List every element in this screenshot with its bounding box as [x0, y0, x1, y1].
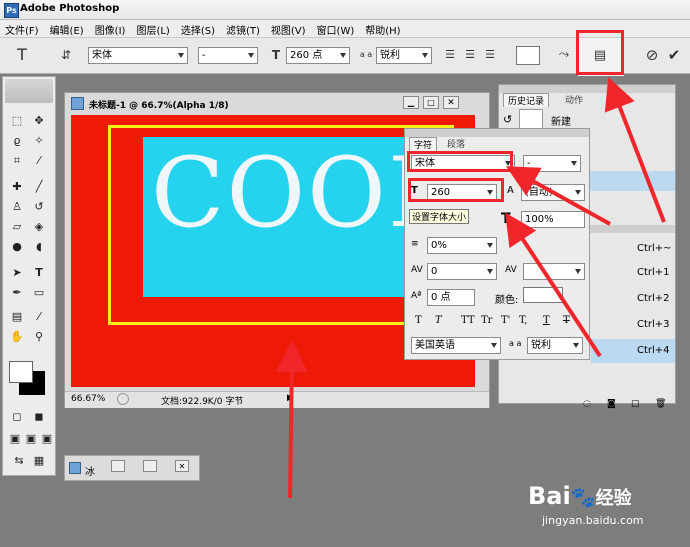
minimized-panel: 冰 ✕ — [64, 455, 200, 481]
arrow-to-font-size — [505, 212, 602, 358]
arrow-to-canvas — [275, 340, 308, 499]
mini-minimize-button[interactable] — [111, 460, 125, 472]
watermark-bai: Bai — [528, 482, 571, 510]
watermark-url: jingyan.baidu.com — [542, 514, 644, 527]
arrow-to-palettes-button — [604, 77, 666, 223]
arrow-to-font-family — [506, 166, 611, 226]
paw-icon: 🐾 — [570, 485, 596, 509]
mini-restore-button[interactable] — [143, 460, 157, 472]
mini-panel-icon — [69, 462, 81, 474]
mini-close-button[interactable]: ✕ — [175, 460, 189, 472]
mini-panel-label: 冰 — [85, 467, 95, 478]
watermark-jingyan: 经验 — [595, 488, 632, 509]
watermark-brand: Bai🐾经验 — [528, 482, 632, 510]
